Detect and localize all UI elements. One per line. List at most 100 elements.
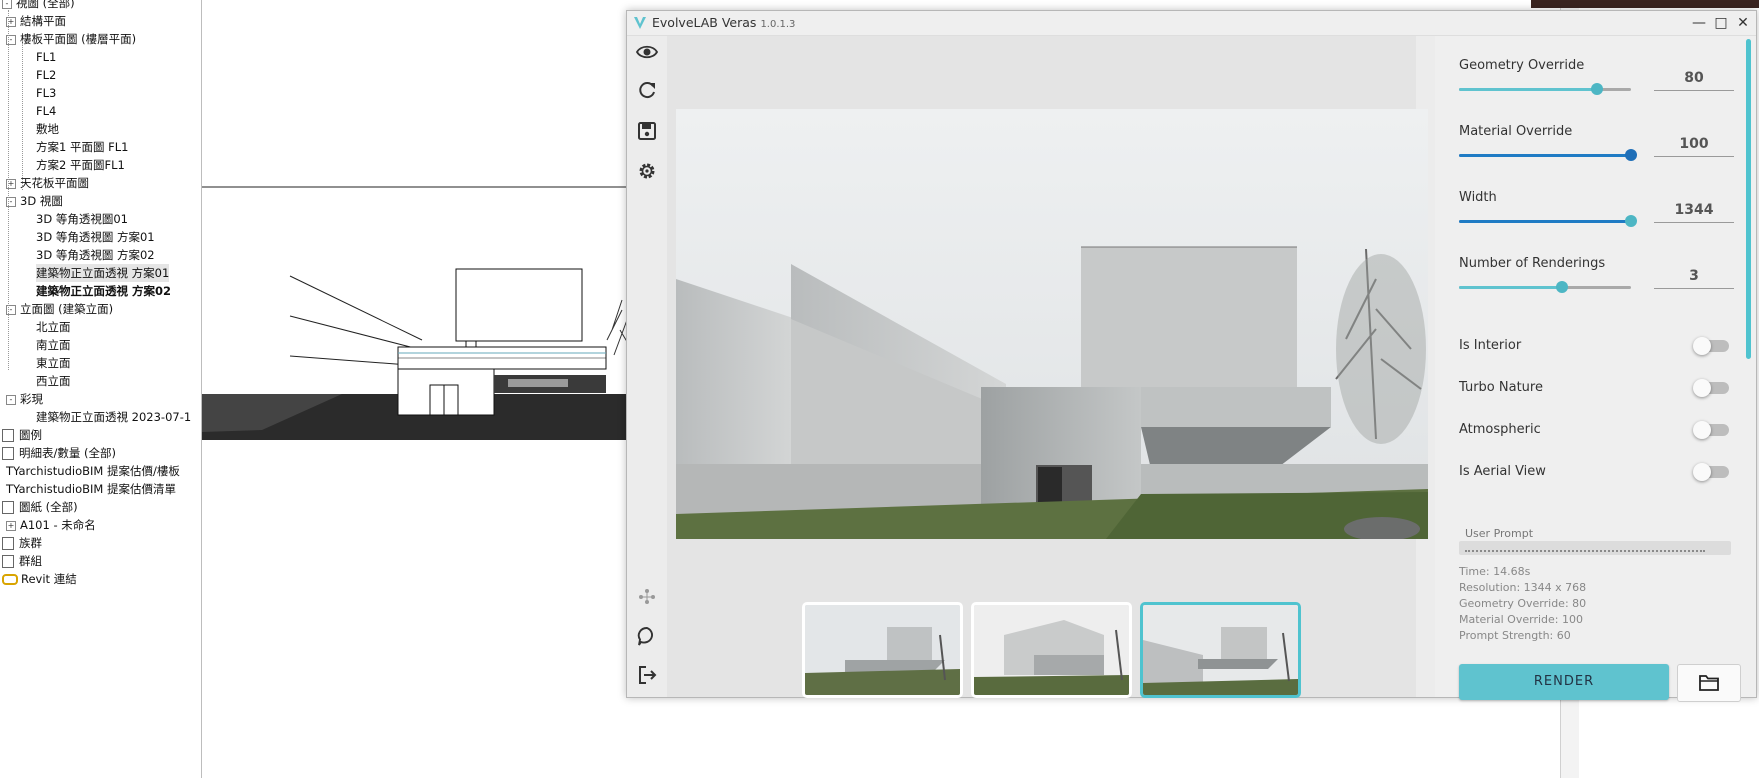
browser-item[interactable]: 3D 等角透視圖 方案02 bbox=[36, 246, 155, 264]
slider-fill bbox=[1459, 154, 1631, 157]
browser-item[interactable]: 3D 等角透視圖01 bbox=[36, 210, 128, 228]
slider-value-input[interactable]: 3 bbox=[1654, 264, 1734, 289]
slider-handle[interactable] bbox=[1625, 149, 1637, 161]
render-image[interactable] bbox=[676, 109, 1428, 539]
close-button[interactable]: ✕ bbox=[1732, 13, 1754, 33]
slider-label: Number of Renderings bbox=[1459, 256, 1606, 271]
render-button[interactable]: RENDER bbox=[1459, 664, 1669, 700]
maximize-button[interactable]: □ bbox=[1710, 13, 1732, 33]
collapse-icon[interactable]: - bbox=[6, 394, 16, 405]
legend-icon bbox=[2, 429, 14, 442]
browser-item[interactable]: FL1 bbox=[36, 48, 56, 66]
slider-track[interactable] bbox=[1459, 83, 1631, 95]
exit-button[interactable] bbox=[636, 664, 658, 686]
browser-item[interactable]: FL3 bbox=[36, 84, 56, 102]
thumbnail-image bbox=[1143, 605, 1298, 695]
browser-item[interactable]: 3D 等角透視圖 方案01 bbox=[36, 228, 155, 246]
render-thumbnail-2[interactable] bbox=[971, 602, 1132, 698]
expand-icon[interactable]: + bbox=[6, 520, 16, 531]
veras-titlebar[interactable]: EvolveLAB Veras 1.0.1.3 — □ ✕ bbox=[627, 11, 1756, 36]
browser-item[interactable]: 圖例 bbox=[2, 426, 42, 444]
slider-number-of-renderings: Number of Renderings 3 bbox=[1459, 256, 1734, 316]
browser-item-label: 建築物正立面透視 方案01 bbox=[36, 266, 170, 280]
browser-item[interactable]: + 天花板平面圖 bbox=[6, 174, 89, 192]
slider-handle[interactable] bbox=[1590, 83, 1603, 95]
toggle-switch[interactable] bbox=[1693, 421, 1729, 439]
thumbnail-image bbox=[805, 605, 960, 695]
slider-track[interactable] bbox=[1459, 215, 1637, 227]
browser-item[interactable]: 北立面 bbox=[36, 318, 71, 336]
browser-item-label: 族群 bbox=[19, 536, 42, 550]
open-folder-button[interactable] bbox=[1677, 664, 1741, 702]
browser-item[interactable]: - 視圖 (全部) bbox=[2, 0, 75, 12]
browser-item[interactable]: + A101 - 未命名 bbox=[6, 516, 96, 534]
family-icon bbox=[2, 537, 14, 550]
render-thumbnail-3[interactable] bbox=[1140, 602, 1301, 698]
browser-item[interactable]: 敷地 bbox=[36, 120, 59, 138]
browser-item[interactable]: + 結構平面 bbox=[6, 12, 66, 30]
info-material-override: Material Override: 100 bbox=[1459, 613, 1583, 626]
browser-item[interactable]: FL2 bbox=[36, 66, 56, 84]
browser-item[interactable]: 圖紙 (全部) bbox=[2, 498, 78, 516]
save-button[interactable] bbox=[636, 120, 658, 142]
browser-item-label: 圖例 bbox=[19, 428, 42, 442]
toggle-switch[interactable] bbox=[1693, 379, 1729, 397]
browser-item[interactable]: 群組 bbox=[2, 552, 42, 570]
render-thumbnail-1[interactable] bbox=[802, 602, 963, 698]
browser-item-label: 彩現 bbox=[20, 392, 43, 406]
settings-button[interactable] bbox=[636, 160, 658, 182]
toggle-is-aerial-view: Is Aerial View bbox=[1459, 461, 1729, 485]
browser-item[interactable]: 建築物正立面透視 方案01 bbox=[36, 264, 170, 282]
toggle-switch[interactable] bbox=[1693, 337, 1729, 355]
user-prompt-input[interactable] bbox=[1459, 541, 1731, 555]
browser-item-label: 視圖 (全部) bbox=[16, 0, 75, 10]
browser-item[interactable]: TYarchistudioBIM 提案估價/樓板 bbox=[6, 462, 180, 480]
browser-item-label: 3D 視圖 bbox=[20, 194, 63, 208]
browser-item[interactable]: 建築物正立面透視 方案02 bbox=[36, 282, 171, 300]
slider-handle[interactable] bbox=[1625, 215, 1637, 227]
browser-item[interactable]: - 樓板平面圖 (樓層平面) bbox=[6, 30, 136, 48]
toggle-switch[interactable] bbox=[1693, 463, 1729, 481]
toggle-atmospheric: Atmospheric bbox=[1459, 419, 1729, 443]
browser-item-label: 建築物正立面透視 2023-07-1 bbox=[36, 410, 192, 424]
minimize-button[interactable]: — bbox=[1688, 13, 1710, 33]
browser-item-label: 圖紙 (全部) bbox=[19, 500, 78, 514]
browser-item[interactable]: - 彩現 bbox=[6, 390, 43, 408]
slider-label: Geometry Override bbox=[1459, 58, 1585, 73]
preview-button[interactable] bbox=[635, 41, 659, 63]
slider-material-override: Material Override 100 bbox=[1459, 124, 1734, 184]
browser-item[interactable]: 南立面 bbox=[36, 336, 71, 354]
slider-track[interactable] bbox=[1459, 149, 1637, 161]
slider-handle[interactable] bbox=[1556, 281, 1569, 293]
nodes-button[interactable] bbox=[636, 585, 658, 607]
chat-button[interactable] bbox=[636, 625, 658, 647]
veras-window: EvolveLAB Veras 1.0.1.3 — □ ✕ Geometry O… bbox=[626, 10, 1757, 702]
slider-label: Material Override bbox=[1459, 124, 1573, 139]
browser-item[interactable]: 明細表/數量 (全部) bbox=[2, 444, 116, 462]
browser-item[interactable]: TYarchistudioBIM 提案估價清單 bbox=[6, 480, 176, 498]
browser-item[interactable]: 西立面 bbox=[36, 372, 71, 390]
browser-item[interactable]: 族群 bbox=[2, 534, 42, 552]
browser-item-label: 群組 bbox=[19, 554, 42, 568]
browser-item-label: 東立面 bbox=[36, 356, 71, 370]
refresh-button[interactable] bbox=[636, 80, 658, 102]
browser-item-label: 明細表/數量 (全部) bbox=[19, 446, 117, 460]
browser-item[interactable]: 東立面 bbox=[36, 354, 71, 372]
browser-item[interactable]: FL4 bbox=[36, 102, 56, 120]
collapse-icon[interactable]: - bbox=[2, 0, 12, 9]
switch-knob bbox=[1693, 421, 1711, 439]
panel-scrollbar[interactable] bbox=[1746, 39, 1751, 359]
browser-item[interactable]: - 立面圖 (建築立面) bbox=[6, 300, 113, 318]
app-title: EvolveLAB Veras 1.0.1.3 bbox=[652, 15, 795, 30]
slider-value-input[interactable]: 100 bbox=[1654, 132, 1734, 157]
exit-icon bbox=[639, 666, 657, 684]
slider-track[interactable] bbox=[1459, 281, 1631, 293]
browser-item[interactable]: Revit 連結 bbox=[2, 570, 77, 588]
browser-item[interactable]: 方案2 平面圖FL1 bbox=[36, 156, 125, 174]
slider-value-input[interactable]: 80 bbox=[1654, 66, 1734, 91]
browser-item[interactable]: 建築物正立面透視 2023-07-1 bbox=[36, 408, 191, 426]
slider-value-input[interactable]: 1344 bbox=[1654, 198, 1734, 223]
slider-fill bbox=[1459, 286, 1563, 289]
browser-item[interactable]: -3D 視圖 bbox=[6, 192, 63, 210]
browser-item[interactable]: 方案1 平面圖 FL1 bbox=[36, 138, 128, 156]
